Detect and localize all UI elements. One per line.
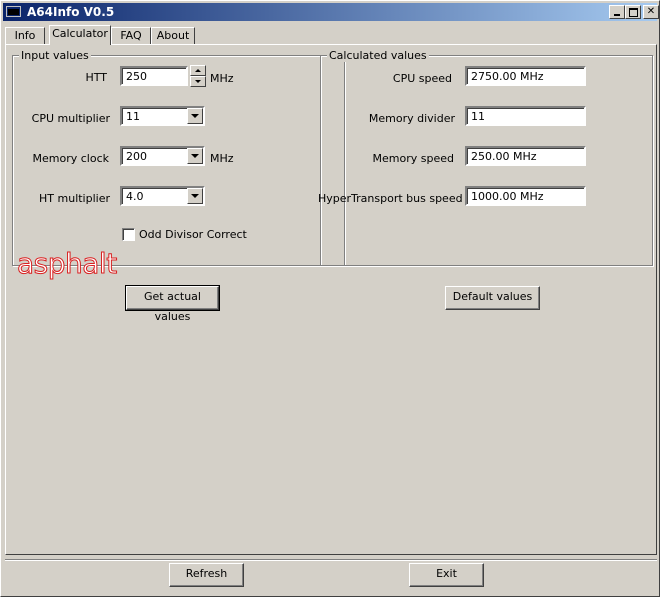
htt-label: HTT [85, 71, 107, 84]
title-bar[interactable]: A64Info V0.5 ✕ [3, 3, 659, 21]
memory-speed-label: Memory speed [372, 152, 454, 165]
app-icon [6, 6, 21, 17]
tab-faq[interactable]: FAQ [111, 27, 151, 44]
ht-multiplier-select[interactable]: 4.0 [120, 186, 205, 206]
cpu-multiplier-label: CPU multiplier [31, 112, 110, 125]
memory-clock-value: 200 [126, 150, 147, 163]
tab-calculator[interactable]: Calculator [49, 25, 111, 45]
htt-input[interactable]: 250 [120, 66, 188, 86]
calculated-values-label: Calculated values [327, 49, 429, 62]
ht-multiplier-value: 4.0 [126, 190, 144, 203]
odd-divisor-checkbox[interactable] [122, 228, 135, 241]
tab-about[interactable]: About [151, 27, 195, 44]
memory-divider-field[interactable]: 11 [465, 106, 586, 126]
app-window: A64Info V0.5 ✕ Info Calculator FAQ About… [0, 0, 660, 597]
window-title: A64Info V0.5 [27, 5, 115, 19]
htt-spin-up-button[interactable] [190, 65, 206, 76]
memory-divider-label: Memory divider [368, 112, 455, 125]
minimize-button[interactable] [609, 5, 625, 19]
ht-multiplier-dropdown-icon[interactable] [187, 188, 203, 204]
exit-button[interactable]: Exit [409, 563, 484, 587]
cpu-multiplier-dropdown-icon[interactable] [187, 108, 203, 124]
bottom-separator [5, 559, 657, 561]
tab-info[interactable]: Info [5, 27, 45, 44]
ht-bus-speed-label: HyperTransport bus speed [318, 192, 463, 205]
watermark-logo: asphalt [17, 247, 118, 281]
close-button[interactable]: ✕ [643, 5, 659, 19]
cpu-multiplier-value: 11 [126, 110, 140, 123]
htt-spinner [190, 65, 206, 87]
refresh-button[interactable]: Refresh [169, 563, 244, 587]
htt-unit: MHz [210, 72, 234, 85]
odd-divisor-label[interactable]: Odd Divisor Correct [139, 228, 247, 241]
cpu-speed-field[interactable]: 2750.00 MHz [465, 66, 586, 86]
htt-spin-down-button[interactable] [190, 76, 206, 87]
calculator-panel: Input values HTT 250 MHz CPU multiplier … [5, 44, 657, 555]
memory-clock-select[interactable]: 200 [120, 146, 205, 166]
memory-clock-unit: MHz [210, 152, 234, 165]
cpu-multiplier-select[interactable]: 11 [120, 106, 205, 126]
ht-multiplier-label: HT multiplier [39, 192, 110, 205]
maximize-button[interactable] [625, 5, 641, 19]
memory-clock-label: Memory clock [32, 152, 109, 165]
ht-bus-speed-field[interactable]: 1000.00 MHz [465, 186, 586, 206]
memory-clock-dropdown-icon[interactable] [187, 148, 203, 164]
memory-speed-field[interactable]: 250.00 MHz [465, 146, 586, 166]
default-values-button[interactable]: Default values [445, 286, 540, 310]
cpu-speed-label: CPU speed [392, 72, 452, 85]
get-actual-values-button[interactable]: Get actual values [125, 285, 220, 323]
input-values-label: Input values [19, 49, 91, 62]
